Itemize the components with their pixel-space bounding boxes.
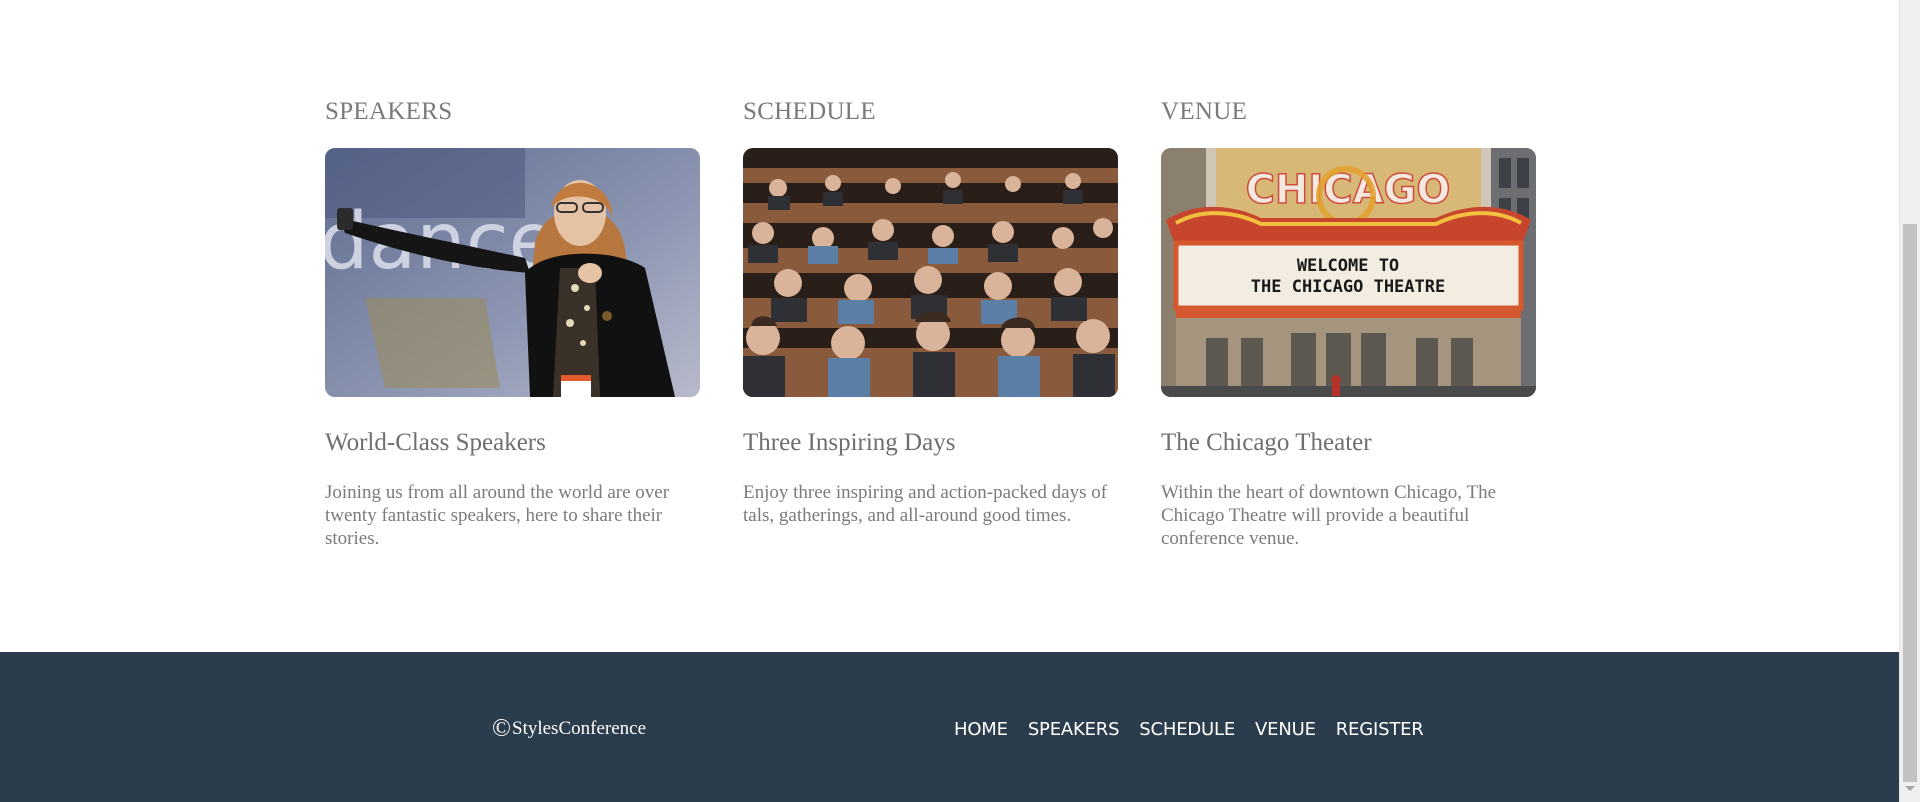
venue-card: VENUE CHICAGO WELCOME TO THE CHICAGO THE… <box>1161 95 1536 550</box>
marquee-line-2: THE CHICAGO THEATRE <box>1251 277 1445 297</box>
footer-nav-schedule[interactable]: SCHEDULE <box>1139 716 1235 744</box>
vertical-scrollbar[interactable] <box>1899 0 1920 802</box>
footer-brand-name: StylesConference <box>512 718 647 739</box>
audience-photo[interactable] <box>743 148 1118 397</box>
footer-brand[interactable]: © StylesConference <box>492 716 646 742</box>
site-footer: © StylesConference HOME SPEAKERS SCHEDUL… <box>0 652 1899 802</box>
page: SPEAKERS dance <box>0 0 1920 802</box>
chicago-theatre-photo-image: CHICAGO WELCOME TO THE CHICAGO THEATRE <box>1161 148 1536 397</box>
marquee-line-1: WELCOME TO <box>1297 256 1399 276</box>
venue-section-title: VENUE <box>1161 98 1248 125</box>
footer-nav-venue[interactable]: VENUE <box>1255 716 1316 744</box>
speaker-photo-image: dance <box>325 148 700 397</box>
scrollbar-thumb[interactable] <box>1903 224 1917 782</box>
speaker-photo[interactable]: dance <box>325 148 700 397</box>
page-viewport: SPEAKERS dance <box>0 0 1899 802</box>
chicago-theatre-photo[interactable]: CHICAGO WELCOME TO THE CHICAGO THEATRE <box>1161 148 1536 397</box>
copyright-icon: © <box>492 715 511 742</box>
schedule-card: SCHEDULE Three Inspiring Days Enjoy thre… <box>743 95 1118 550</box>
scroll-down-arrow-icon[interactable] <box>1905 786 1915 791</box>
footer-nav: HOME SPEAKERS SCHEDULE VENUE REGISTER <box>954 716 1424 744</box>
schedule-heading: Three Inspiring Days <box>743 429 956 456</box>
schedule-description: Enjoy three inspiring and action-packed … <box>743 482 1108 526</box>
speakers-description: Joining us from all around the world are… <box>325 482 670 549</box>
speakers-card: SPEAKERS dance <box>325 95 700 550</box>
venue-description: Within the heart of downtown Chicago, Th… <box>1161 482 1497 549</box>
footer-nav-speakers[interactable]: SPEAKERS <box>1028 716 1120 744</box>
footer-nav-register[interactable]: REGISTER <box>1336 716 1424 744</box>
audience-photo-image <box>743 148 1118 397</box>
venue-heading: The Chicago Theater <box>1161 429 1372 456</box>
marquee-sign: CHICAGO <box>1246 167 1451 213</box>
speakers-section-title: SPEAKERS <box>325 98 453 125</box>
feature-columns: SPEAKERS dance <box>325 95 1536 550</box>
speakers-heading: World-Class Speakers <box>325 429 546 456</box>
schedule-section-title: SCHEDULE <box>743 98 876 125</box>
footer-nav-home[interactable]: HOME <box>954 716 1008 744</box>
